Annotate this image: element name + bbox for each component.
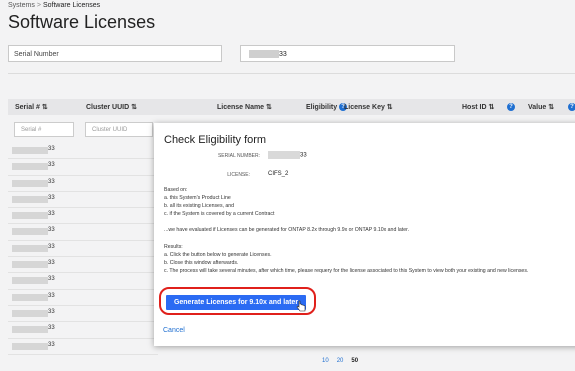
column-header-serial[interactable]: Serial # ⇅ bbox=[15, 103, 48, 111]
license-value: CIFS_2 bbox=[268, 171, 289, 177]
serial-search-value: 33 bbox=[279, 51, 287, 58]
check-eligibility-modal: Check Eligibility form SERIAL NUMBER: 33… bbox=[154, 123, 575, 346]
redacted-block bbox=[12, 326, 48, 334]
license-label: LICENSE: bbox=[227, 172, 250, 178]
redacted-block bbox=[12, 261, 48, 269]
serial-cell: 33 bbox=[48, 243, 55, 250]
serial-column-filter-input[interactable]: Serial # bbox=[14, 122, 74, 137]
serial-cell: 33 bbox=[48, 194, 55, 201]
cluster-column-filter-input[interactable]: Cluster UUID bbox=[85, 122, 153, 137]
modal-title: Check Eligibility form bbox=[164, 134, 267, 146]
redacted-block bbox=[12, 212, 48, 220]
based-on-point-b: b. all its existing Licenses, and bbox=[164, 203, 235, 209]
table-row[interactable]: 33 bbox=[8, 224, 158, 241]
based-on-point-c: c. if the System is covered by a current… bbox=[164, 211, 275, 217]
serial-cell: 33 bbox=[48, 325, 55, 332]
column-header-license-key[interactable]: License Key ⇅ bbox=[344, 103, 393, 111]
based-on-point-a: a. this System's Product Line bbox=[164, 195, 231, 201]
serial-cell: 33 bbox=[48, 341, 55, 348]
redacted-block bbox=[12, 195, 48, 203]
help-icon[interactable]: ? bbox=[507, 103, 515, 111]
serial-number-suffix: 33 bbox=[300, 152, 307, 159]
results-heading: Results: bbox=[164, 244, 183, 250]
redacted-block bbox=[268, 151, 300, 159]
table-row[interactable]: 33 bbox=[8, 322, 158, 339]
column-header-cluster-uuid[interactable]: Cluster UUID ⇅ bbox=[86, 103, 137, 111]
cancel-link[interactable]: Cancel bbox=[163, 327, 185, 334]
serial-cell: 33 bbox=[48, 308, 55, 315]
table-row[interactable]: 33 bbox=[8, 192, 158, 209]
serial-number-value: 33 bbox=[268, 151, 307, 159]
filter-field-select-value: Serial Number bbox=[14, 51, 59, 58]
column-header-eligibility-label: Eligibility bbox=[306, 103, 338, 111]
redacted-block bbox=[12, 228, 48, 236]
results-point-b: b. Close this window afterwards. bbox=[164, 260, 239, 266]
evaluation-text: ...we have evaluated if Licenses can be … bbox=[164, 227, 410, 233]
redacted-block bbox=[12, 342, 48, 350]
serial-cell: 33 bbox=[48, 227, 55, 234]
table-body: 33 33 33 33 33 33 33 33 33 33 33 33 33 bbox=[8, 143, 158, 355]
redacted-block bbox=[12, 293, 48, 301]
breadcrumb: Systems > Software Licenses bbox=[8, 2, 100, 9]
table-row[interactable]: 33 bbox=[8, 241, 158, 258]
serial-cell: 33 bbox=[48, 260, 55, 267]
serial-cell: 33 bbox=[48, 292, 55, 299]
generate-licenses-button[interactable]: Generate Licenses for 9.10x and later bbox=[166, 295, 306, 310]
divider bbox=[8, 73, 575, 74]
column-header-eligibility[interactable]: Eligibility ? bbox=[306, 103, 348, 111]
redacted-block bbox=[12, 309, 48, 317]
pagination: 10 20 50 bbox=[322, 358, 366, 364]
hand-cursor-icon bbox=[296, 300, 306, 312]
redacted-block bbox=[12, 147, 48, 154]
column-header-host-id[interactable]: Host ID ⇅ bbox=[462, 103, 494, 111]
results-point-c: c. The process will take several minutes… bbox=[164, 268, 529, 274]
table-row[interactable]: 33 bbox=[8, 257, 158, 274]
filter-field-select[interactable]: Serial Number bbox=[8, 45, 222, 62]
table-row[interactable]: 33 bbox=[8, 208, 158, 225]
table-row[interactable]: 33 bbox=[8, 176, 158, 192]
breadcrumb-current: Software Licenses bbox=[42, 2, 101, 9]
redacted-block bbox=[12, 244, 48, 252]
page-size-50[interactable]: 50 bbox=[351, 358, 358, 364]
table-row[interactable]: 33 bbox=[8, 339, 158, 355]
based-on-heading: Based on: bbox=[164, 187, 188, 193]
breadcrumb-separator: > bbox=[36, 2, 41, 9]
help-icon[interactable]: ? bbox=[568, 103, 575, 111]
serial-cell: 33 bbox=[48, 211, 55, 218]
table-header: Serial # ⇅ Cluster UUID ⇅ License Name ⇅… bbox=[8, 99, 575, 115]
serial-cell: 33 bbox=[48, 276, 55, 283]
table-row[interactable]: 33 bbox=[8, 159, 158, 176]
column-header-value[interactable]: Value ⇅ bbox=[528, 103, 554, 111]
page-title: Software Licenses bbox=[8, 12, 156, 32]
serial-number-label: SERIAL NUMBER: bbox=[217, 153, 260, 159]
redacted-block bbox=[12, 179, 48, 187]
table-row[interactable]: 33 bbox=[8, 273, 158, 290]
results-point-a: a. Click the button below to generate Li… bbox=[164, 252, 272, 258]
table-row[interactable]: 33 bbox=[8, 290, 158, 306]
table-row[interactable]: 33 bbox=[8, 143, 158, 160]
serial-cell: 33 bbox=[48, 178, 55, 185]
table-row[interactable]: 33 bbox=[8, 306, 158, 323]
serial-search-input[interactable]: 33 bbox=[240, 45, 455, 62]
page-size-10[interactable]: 10 bbox=[322, 358, 329, 364]
redacted-block bbox=[12, 277, 48, 285]
column-header-license-name[interactable]: License Name ⇅ bbox=[217, 103, 272, 111]
page-size-20[interactable]: 20 bbox=[337, 358, 344, 364]
redacted-block bbox=[12, 163, 48, 171]
breadcrumb-systems-link[interactable]: Systems bbox=[8, 2, 35, 9]
serial-cell: 33 bbox=[48, 146, 55, 152]
serial-cell: 33 bbox=[48, 162, 55, 169]
redacted-block bbox=[249, 50, 279, 59]
